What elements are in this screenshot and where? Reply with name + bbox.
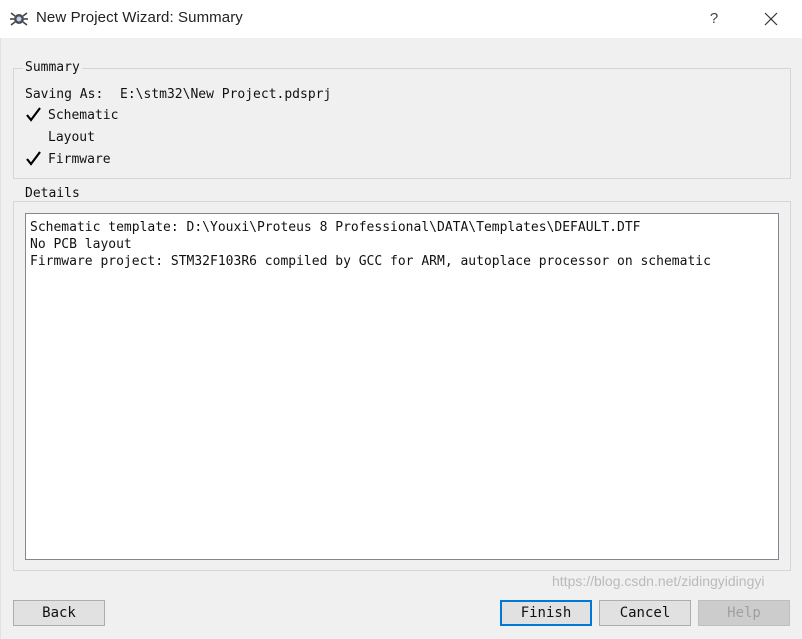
- window-title: New Project Wizard: Summary: [36, 9, 243, 26]
- summary-item-firmware: Firmware: [48, 152, 111, 167]
- close-icon: [764, 12, 778, 26]
- finish-button[interactable]: Finish: [500, 600, 592, 626]
- help-title-button[interactable]: ?: [697, 0, 731, 38]
- details-legend: Details: [23, 186, 82, 201]
- close-button[interactable]: [754, 0, 790, 38]
- summary-item-schematic: Schematic: [48, 108, 119, 123]
- details-line-firmware: Firmware project: STM32F103R6 compiled b…: [30, 254, 711, 269]
- check-icon: [26, 151, 41, 166]
- summary-item-layout: Layout: [48, 130, 95, 145]
- title-bar[interactable]: New Project Wizard: Summary ?: [0, 0, 802, 38]
- details-text-area[interactable]: Schematic template: D:\Youxi\Proteus 8 P…: [25, 213, 779, 560]
- cancel-button[interactable]: Cancel: [599, 600, 691, 626]
- summary-group: [13, 68, 791, 179]
- saving-as-path: E:\stm32\New Project.pdsprj: [120, 87, 332, 102]
- watermark: https://blog.csdn.net/zidingyidingyi: [552, 573, 765, 589]
- proteus-app-icon: [10, 12, 28, 26]
- details-line-pcb: No PCB layout: [30, 237, 132, 252]
- details-line-schematic: Schematic template: D:\Youxi\Proteus 8 P…: [30, 220, 641, 235]
- saving-as-label: Saving As:: [25, 87, 104, 102]
- back-button[interactable]: Back: [13, 600, 105, 626]
- dialog-client-area: Summary Saving As: E:\stm32\New Project.…: [0, 38, 802, 639]
- help-button[interactable]: Help: [698, 600, 790, 626]
- summary-legend: Summary: [23, 60, 82, 75]
- check-icon: [26, 107, 41, 122]
